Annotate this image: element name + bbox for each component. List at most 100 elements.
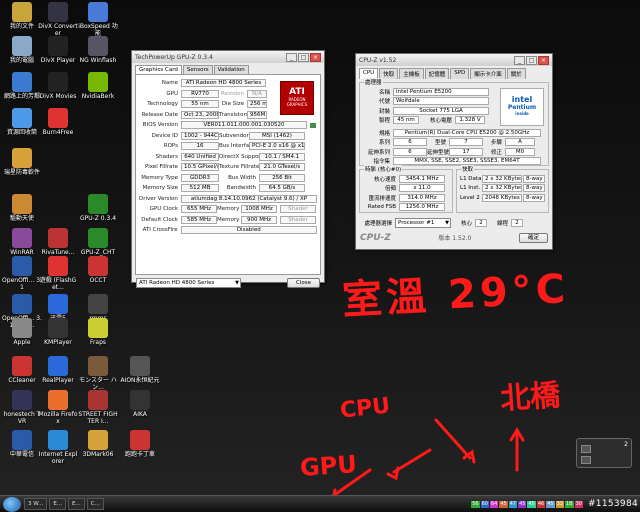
desktop-icon[interactable]: DivX Converter (38, 2, 78, 37)
chevron-down-icon: ▼ (445, 219, 449, 226)
desktop-icon[interactable]: honestech TVR (2, 390, 42, 425)
start-button[interactable] (3, 496, 21, 512)
desktop-icon-label: DivX Converter (38, 23, 78, 37)
tab-about[interactable]: 關於 (506, 68, 526, 79)
desktop-icon[interactable]: Apple (2, 318, 42, 346)
taskbar-item[interactable]: 3 W... (24, 498, 48, 510)
desktop-icon[interactable]: 我的文件 (2, 2, 42, 30)
bus-interface-label: Bus Interface (219, 143, 256, 150)
stepping-value: A (505, 138, 535, 147)
desktop-icon[interactable]: Fraps (78, 318, 118, 346)
desktop-icon[interactable]: 我的電腦 (2, 36, 42, 64)
stepping-label: 步驟 (490, 140, 502, 147)
desktop-icon[interactable]: DivX Player (38, 36, 78, 64)
app-icon (88, 318, 108, 338)
tray-indicator[interactable]: 33 (555, 500, 564, 508)
ati-logo: ATI RADEON GRAPHICS (280, 81, 314, 115)
tray-indicator[interactable]: 45 (518, 500, 527, 508)
gadget-thumb[interactable] (581, 456, 591, 464)
core-speed-value: 3454.1 MHz (399, 174, 445, 183)
desktop-icon[interactable]: Burn4Free (38, 108, 78, 136)
close-button[interactable]: Close (287, 278, 320, 288)
tab-graphics[interactable]: 顯示卡介面 (470, 68, 506, 79)
tray-indicator[interactable]: 56 (471, 500, 480, 508)
tab-spd[interactable]: SPD (450, 68, 470, 79)
gpuz-titlebar[interactable]: TechPowerUp GPU-Z 0.3.4 _ □ × (132, 51, 324, 63)
desktop-icon[interactable]: 資源回收筒 (2, 108, 42, 136)
desktop-icon[interactable]: WinRAR (2, 228, 42, 256)
desktop-icon[interactable]: AION永恒紀元 (120, 356, 160, 384)
chip-icon[interactable] (310, 122, 316, 128)
close-icon[interactable]: × (310, 52, 321, 62)
gadget-thumb[interactable] (581, 445, 591, 453)
minimize-button[interactable]: _ (514, 55, 525, 65)
tray-indicator[interactable]: 45 (527, 500, 536, 508)
desktop-icon[interactable]: 3DMark06 (78, 430, 118, 458)
tray-indicator[interactable]: 46 (536, 500, 546, 508)
desktop-icon[interactable]: GPU-Z_CHT (78, 228, 118, 256)
tray-indicator[interactable]: 45 (499, 500, 508, 508)
desktop-icon-label: OCCT (89, 277, 107, 284)
desktop-icon[interactable]: DivX Movies (38, 72, 78, 100)
desktop-icon[interactable]: STREET FIGHTER I... (78, 390, 118, 425)
tray-indicator[interactable]: 45 (546, 500, 555, 508)
desktop-icon[interactable]: 驅動天使 (2, 194, 42, 222)
ok-button[interactable]: 確定 (518, 232, 548, 243)
desktop-icon[interactable]: 瑞星防毒軟件 (2, 148, 42, 176)
desktop-icon[interactable]: Mozilla Firefox (38, 390, 78, 425)
taskbar-item[interactable]: C... (86, 498, 104, 510)
tray-indicator[interactable]: 64 (489, 500, 499, 508)
desktop-icon[interactable]: RealPlayer (38, 356, 78, 384)
tab-sensors[interactable]: Sensors (182, 65, 213, 74)
desktop-icon[interactable]: 網路上的芳鄰 (2, 72, 42, 100)
tray-indicator[interactable]: 30 (574, 500, 583, 508)
cache-group: 快取 L1 Data 2 x 32 KBytes 8-way L1 Inst. 2 x… (456, 165, 549, 213)
close-icon[interactable]: × (538, 55, 549, 65)
tab-memory[interactable]: 記憶體 (424, 68, 450, 79)
tray-indicator[interactable]: 60 (480, 500, 489, 508)
desktop-icon[interactable]: NG Winflash (78, 36, 118, 64)
minimize-button[interactable]: _ (286, 52, 297, 62)
cpuz-logo: CPU-Z (360, 232, 391, 243)
cpuz-titlebar[interactable]: CPU-Z v1.52 _ □ × (356, 54, 552, 66)
desktop-icon[interactable]: GPU-Z 0.3.4 (78, 194, 118, 222)
app-icon (48, 294, 68, 314)
pixel-fillrate-label: Pixel Fillrate (145, 164, 178, 171)
desktop-icon[interactable]: OCCT (78, 256, 118, 284)
desktop-icon-label: 驅動天使 (9, 215, 34, 222)
desktop-icon[interactable]: 遊戲 (FlashGet... (38, 256, 78, 291)
tab-validation[interactable]: Validation (213, 65, 249, 74)
model-label: 型號 (434, 140, 446, 147)
desktop-icon[interactable]: Internet Explorer (38, 430, 78, 465)
desktop-icon[interactable]: CCleaner (2, 356, 42, 384)
gpuz-title: TechPowerUp GPU-Z 0.3.4 (135, 53, 213, 61)
maximize-button[interactable]: □ (298, 52, 309, 62)
cores-value: 2 (475, 218, 487, 227)
taskbar-item[interactable]: E... (68, 498, 85, 510)
card-select[interactable]: ATI Radeon HD 4800 Series ▼ (136, 278, 241, 288)
desktop-icon[interactable]: NvidiaBerk (78, 72, 118, 100)
northbridge-annotation: 北橋 (499, 377, 562, 418)
desktop-icon[interactable]: OpenOffi... 3.1 (2, 256, 42, 291)
tray-indicator[interactable]: 47 (508, 500, 518, 508)
app-icon (130, 390, 150, 410)
desktop-gadget[interactable]: 2 (576, 438, 632, 468)
desktop-icon[interactable]: 中華電信 (2, 430, 42, 458)
desktop-icon[interactable]: KMPlayer (38, 318, 78, 346)
tab-mainboard[interactable]: 主機板 (399, 68, 424, 79)
desktop-icon[interactable]: iBoxSpeed 功能 (78, 2, 118, 37)
maximize-button[interactable]: □ (526, 55, 537, 65)
clocks-group-label: 時脈 (核心#0) (364, 165, 403, 173)
tab-graphics-card[interactable]: Graphics Card (135, 65, 182, 74)
multiplier-value: x 11.0 (399, 184, 445, 193)
package-value: Socket 775 LGA (393, 106, 489, 115)
desktop-icon-label: 中華電信 (9, 451, 34, 458)
desktop-icon-label: GPU-Z 0.3.4 (79, 215, 117, 222)
taskbar-item[interactable]: E... (49, 498, 67, 510)
tray-indicator[interactable]: 1B (564, 500, 574, 508)
desktop-icon[interactable]: RivaTune... (38, 228, 78, 256)
processor-select[interactable]: Processor #1 ▼ (395, 217, 451, 228)
desktop-icon[interactable]: AIKA (120, 390, 160, 418)
desktop-icon[interactable]: モンスター ハン... (78, 356, 118, 391)
desktop-icon[interactable]: 跑跑卡丁車 (120, 430, 160, 458)
